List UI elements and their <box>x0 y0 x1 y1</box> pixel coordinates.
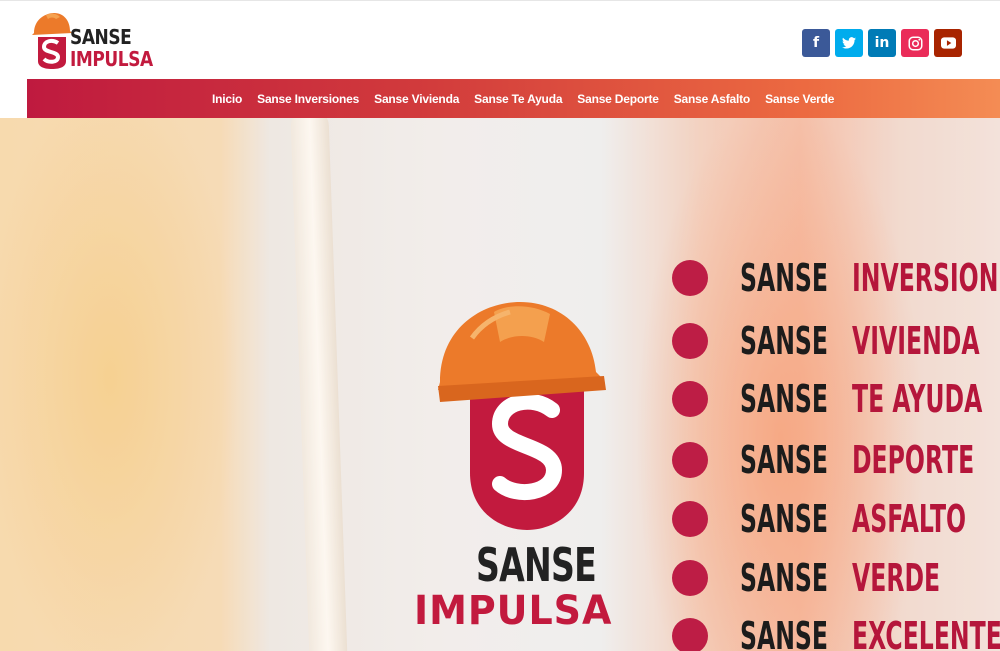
helmet-logo-icon <box>32 13 72 69</box>
site-logo[interactable]: SANSE IMPULSA <box>30 11 175 71</box>
list-item: SANSE DEPORTE <box>672 438 1000 482</box>
hero-logo: SANSE IMPULSA <box>412 298 652 638</box>
bullet-icon <box>672 260 708 296</box>
bullet-icon <box>672 560 708 596</box>
hero-logo-impulsa: IMPULSA <box>414 588 613 634</box>
twitter-icon[interactable] <box>835 29 863 57</box>
bullet-icon <box>672 501 708 537</box>
list-item: SANSEINVERSIONES <box>672 256 1000 300</box>
hero-banner: SANSE IMPULSA SANSEINVERSIONES SANSEVIVI… <box>0 118 1000 651</box>
nav-item-sanse-te-ayuda[interactable]: Sanse Te Ayuda <box>474 92 562 106</box>
list-item: SANSE VIVIENDA <box>672 319 1000 363</box>
nav-item-sanse-verde[interactable]: Sanse Verde <box>765 92 834 106</box>
bullet-icon <box>672 442 708 478</box>
nav-item-sanse-vivienda[interactable]: Sanse Vivienda <box>374 92 459 106</box>
bullet-icon <box>672 618 708 651</box>
youtube-icon[interactable] <box>934 29 962 57</box>
logo-text-sanse: SANSE <box>70 25 132 49</box>
nav-item-sanse-asfalto[interactable]: Sanse Asfalto <box>674 92 751 106</box>
social-links: f in <box>802 29 962 57</box>
bullet-icon <box>672 381 708 417</box>
facebook-icon[interactable]: f <box>802 29 830 57</box>
main-navigation: Inicio Sanse Inversiones Sanse Vivienda … <box>27 79 1000 119</box>
nav-item-sanse-deporte[interactable]: Sanse Deporte <box>577 92 659 106</box>
nav-item-sanse-inversiones[interactable]: Sanse Inversiones <box>257 92 359 106</box>
list-item: SANSE ASFALTO <box>672 497 1000 541</box>
instagram-icon[interactable] <box>901 29 929 57</box>
bullet-icon <box>672 323 708 359</box>
list-item: SANSE TE AYUDA <box>672 377 1000 421</box>
hero-logo-sanse: SANSE <box>476 538 597 592</box>
list-item: SANSE EXCELENTE <box>672 614 1000 651</box>
linkedin-icon[interactable]: in <box>868 29 896 57</box>
list-item: SANSE VERDE <box>672 556 994 600</box>
logo-text-impulsa: IMPULSA <box>70 47 153 71</box>
site-header: SANSE IMPULSA f in Inicio Sanse Inversio… <box>0 0 1000 119</box>
nav-item-inicio[interactable]: Inicio <box>212 92 242 106</box>
helmet-logo-icon <box>438 302 606 530</box>
